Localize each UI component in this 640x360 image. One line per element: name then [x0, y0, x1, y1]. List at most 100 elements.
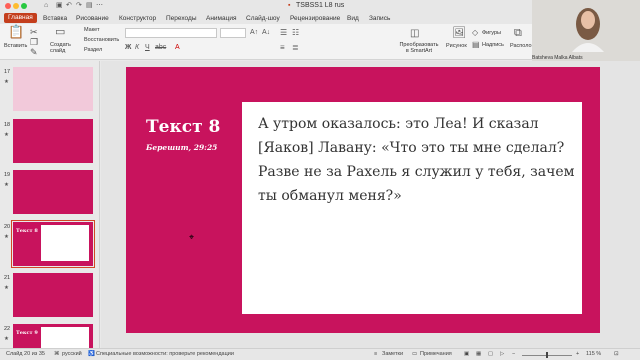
strikethrough-icon[interactable]: abc — [155, 43, 166, 53]
slide-thumbnail-20[interactable]: Текст 8 — [11, 220, 95, 268]
zoom-out-button[interactable]: − — [512, 350, 515, 359]
maximize-window-button[interactable] — [21, 3, 27, 9]
cut-icon[interactable]: ✂ — [30, 27, 38, 37]
layout-button[interactable]: Макет — [84, 27, 100, 34]
mouse-cursor-icon: ⌖ — [189, 232, 195, 242]
tab-slideshow[interactable]: Слайд-шоу — [246, 14, 280, 23]
tab-review[interactable]: Рецензирование — [290, 14, 340, 23]
picture-button[interactable]: Рисунок — [446, 43, 467, 50]
slide-thumbnail-18[interactable] — [13, 119, 93, 163]
animation-star-icon: ★ — [4, 182, 9, 188]
underline-icon[interactable]: Ч — [145, 43, 150, 53]
smartart-icon[interactable]: ◫ — [410, 29, 419, 39]
paste-button[interactable]: Вставить — [4, 43, 27, 50]
section-button[interactable]: Раздел — [84, 47, 102, 54]
slide-thumbnail-19[interactable] — [13, 170, 93, 214]
animation-star-icon: ★ — [4, 79, 9, 85]
slide-thumbnail-22[interactable]: Текст 9 — [13, 324, 93, 348]
more-icon[interactable]: ⋯ — [96, 1, 103, 11]
thumb-number: 18 — [4, 122, 11, 128]
document-title: TSBSS1 L8 rus — [296, 2, 345, 9]
tab-design[interactable]: Конструктор — [119, 14, 156, 23]
ribbon-home: 📋 Вставить ✂ ❐ ✎ ▭ Создать слайд Макет В… — [0, 24, 532, 60]
picture-icon[interactable]: 🖼 — [452, 28, 466, 39]
animation-star-icon: ★ — [4, 336, 9, 342]
close-window-button[interactable] — [5, 3, 11, 9]
copy-icon[interactable]: ❐ — [30, 37, 38, 47]
spellcheck-icon[interactable]: ⌘ — [54, 350, 60, 359]
thumb-title: Текст 9 — [16, 330, 38, 336]
italic-icon[interactable]: К — [135, 43, 139, 53]
tab-animations[interactable]: Анимация — [206, 14, 237, 23]
tab-record[interactable]: Запись — [369, 14, 390, 23]
undo-icon[interactable]: ↶ — [66, 1, 72, 11]
font-size-select[interactable] — [220, 28, 246, 38]
tab-draw[interactable]: Рисование — [76, 14, 109, 23]
tab-insert[interactable]: Вставка — [43, 14, 67, 23]
arrange-icon[interactable]: ⧉ — [514, 28, 522, 39]
slide-thumbnails-pane[interactable]: 17 ★ 18 ★ 19 ★ 20 ★ Текст 8 21 ★ 22 ★ Те… — [0, 61, 100, 348]
thumb-title: Текст 8 — [16, 228, 38, 234]
comments-icon[interactable]: ▭ — [412, 350, 417, 359]
reset-button[interactable]: Восстановить — [84, 37, 119, 44]
notes-button[interactable]: Заметки — [382, 350, 403, 359]
language-status[interactable]: русский — [62, 350, 82, 359]
font-color-icon[interactable]: A — [175, 43, 180, 53]
new-slide-button[interactable]: Создать слайд — [50, 42, 74, 54]
bold-icon[interactable]: Ж — [125, 43, 131, 53]
slide-subtitle[interactable]: Берешит, 29:25 — [146, 143, 217, 152]
thumb-number: 19 — [4, 172, 11, 178]
arrange-button[interactable]: Располо — [510, 43, 532, 50]
notes-icon[interactable]: ≡ — [374, 350, 377, 359]
webcam-video — [532, 0, 640, 62]
shapes-button[interactable]: Фигуры — [482, 30, 501, 37]
numbering-icon[interactable]: ☷ — [292, 28, 299, 38]
shapes-icon[interactable]: ◇ — [472, 28, 478, 38]
slide-thumbnail-17[interactable] — [13, 67, 93, 111]
thumb-number: 21 — [4, 275, 11, 281]
bullets-icon[interactable]: ☰ — [280, 28, 287, 38]
normal-view-icon[interactable]: ▣ — [464, 350, 469, 359]
smartart-button[interactable]: Преобразовать в SmartArt — [398, 42, 440, 54]
format-painter-icon[interactable]: ✎ — [30, 47, 38, 57]
accessibility-status[interactable]: Специальные возможности: проверьте реком… — [96, 350, 234, 359]
home-icon[interactable]: ⌂ — [44, 1, 48, 11]
comments-button[interactable]: Примечания — [420, 350, 452, 359]
zoom-level[interactable]: 115 % — [586, 350, 601, 359]
new-slide-icon[interactable]: ▭ — [55, 27, 65, 38]
pptx-file-icon: ▪ — [288, 2, 291, 9]
zoom-in-button[interactable]: + — [576, 350, 579, 359]
powerpoint-window: ⌂ ▣ ↶ ↷ ▤ ⋯ ▪ TSBSS1 L8 rus Главная Вста… — [0, 0, 640, 360]
minimize-window-button[interactable] — [13, 3, 19, 9]
accessibility-icon[interactable]: ♿ — [88, 350, 95, 359]
font-name-select[interactable] — [125, 28, 217, 38]
slide-counter: Слайд 20 из 35 — [6, 351, 45, 357]
redo-icon[interactable]: ↷ — [76, 1, 82, 11]
clipboard-icon[interactable]: 📋 — [8, 25, 24, 38]
slide-body-text[interactable]: А утром оказалось: это Леа! И сказал [Яа… — [258, 112, 576, 208]
fit-to-window-icon[interactable]: ⊡ — [614, 350, 619, 359]
align-left-icon[interactable]: ≡ — [280, 43, 285, 53]
align-center-icon[interactable]: ≣ — [292, 43, 299, 53]
textbox-button[interactable]: Надпись — [482, 42, 504, 49]
slide-title[interactable]: Текст 8 — [146, 117, 220, 137]
reading-view-icon[interactable]: ▢ — [488, 350, 493, 359]
zoom-slider-thumb[interactable] — [546, 352, 548, 358]
animation-star-icon: ★ — [4, 285, 9, 291]
slideshow-view-icon[interactable]: ▷ — [500, 350, 504, 359]
tab-transitions[interactable]: Переходы — [166, 14, 197, 23]
increase-font-icon[interactable]: A↑ — [250, 28, 258, 38]
animation-star-icon: ★ — [4, 234, 9, 240]
textbox-icon[interactable]: ▤ — [472, 40, 480, 50]
sorter-view-icon[interactable]: ▦ — [476, 350, 481, 359]
person-video — [572, 8, 604, 52]
thumb-text-box — [41, 327, 89, 348]
decrease-font-icon[interactable]: A↓ — [262, 28, 270, 38]
save-icon[interactable]: ▣ — [56, 1, 63, 11]
thumb-number: 22 — [4, 326, 11, 332]
thumb-number: 17 — [4, 69, 11, 75]
tab-view[interactable]: Вид — [347, 14, 359, 23]
slide-thumbnail-21[interactable] — [13, 273, 93, 317]
present-icon[interactable]: ▤ — [86, 1, 93, 11]
tab-home[interactable]: Главная — [4, 13, 37, 23]
